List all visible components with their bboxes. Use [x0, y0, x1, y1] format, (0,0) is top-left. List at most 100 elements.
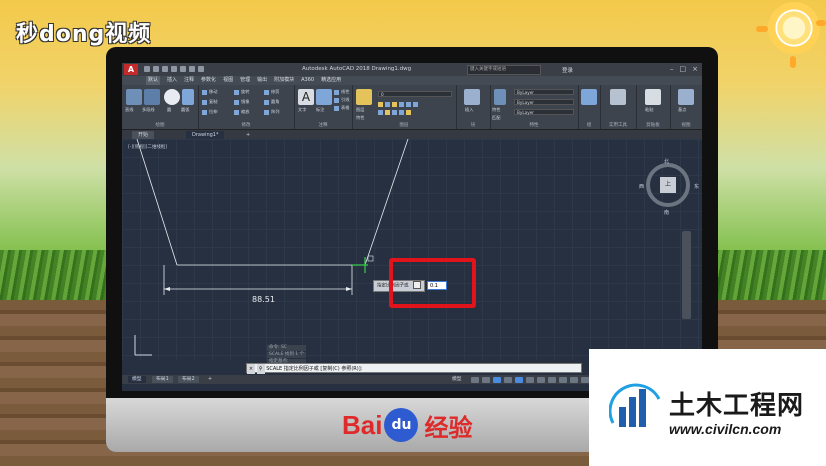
- layer-properties-icon[interactable]: [356, 89, 372, 105]
- line-tool-icon[interactable]: [126, 89, 142, 105]
- viewcube-east[interactable]: 东: [694, 183, 699, 190]
- table-tool[interactable]: 表格: [334, 105, 349, 111]
- utilities-group-label: 实用工具: [609, 123, 627, 128]
- transparency-toggle-icon[interactable]: [548, 377, 556, 383]
- dimension-tool-icon[interactable]: [316, 89, 332, 105]
- layer-dropdown[interactable]: 0: [378, 91, 452, 97]
- tab-model[interactable]: 模型: [128, 376, 146, 383]
- redo-icon[interactable]: [198, 66, 204, 72]
- polyline-tool-icon[interactable]: [144, 89, 160, 105]
- close-cmd-icon[interactable]: ×: [247, 364, 255, 374]
- osnap-toggle-icon[interactable]: [515, 377, 523, 383]
- mirror-tool[interactable]: 镜像: [234, 99, 249, 105]
- insert-block-icon[interactable]: [464, 89, 480, 105]
- array-tool[interactable]: 阵列: [264, 109, 279, 115]
- tab-parametric[interactable]: 参数化: [201, 76, 216, 85]
- layer-props-label[interactable]: 特性: [356, 115, 364, 120]
- viewcube-north[interactable]: 北: [664, 158, 669, 165]
- tab-annotate[interactable]: 注释: [184, 76, 194, 85]
- layer-properties-label[interactable]: 图层: [356, 107, 364, 112]
- arc-tool-icon[interactable]: [182, 89, 194, 105]
- tab-addins[interactable]: 附加模块: [274, 76, 294, 85]
- saveas-icon[interactable]: [171, 66, 177, 72]
- linear-tool[interactable]: 线性: [334, 89, 349, 95]
- basepoint-label[interactable]: 基点: [678, 107, 686, 112]
- autocad-logo-icon[interactable]: A: [124, 64, 138, 75]
- fillet-tool[interactable]: 圆角: [264, 99, 279, 105]
- maximize-icon[interactable]: □: [680, 65, 687, 73]
- measure-icon[interactable]: [610, 89, 626, 105]
- polar-toggle-icon[interactable]: [504, 377, 512, 383]
- tab-insert[interactable]: 插入: [167, 76, 177, 85]
- viewcube[interactable]: 上 北 南 西 东: [639, 159, 699, 216]
- navigation-bar[interactable]: [682, 231, 691, 319]
- line-tool-label[interactable]: 直线: [125, 107, 133, 112]
- workspace-icon[interactable]: [570, 377, 578, 383]
- otrack-toggle-icon[interactable]: [526, 377, 534, 383]
- tab-output[interactable]: 输出: [257, 76, 267, 85]
- polyline-tool-label[interactable]: 多段线: [142, 107, 155, 112]
- tab-drawing1[interactable]: Drawing1*: [186, 131, 225, 139]
- command-line[interactable]: × ⚲ SCALE 指定比例因子或 [复制(C) 参照(R)]:: [246, 363, 582, 374]
- undo-icon[interactable]: [189, 66, 195, 72]
- color-dropdown[interactable]: ByLayer: [514, 89, 574, 95]
- tab-a360[interactable]: A360: [301, 76, 314, 85]
- customize-icon[interactable]: [581, 377, 589, 383]
- insert-block-label[interactable]: 插入: [465, 107, 473, 112]
- viewcube-south[interactable]: 南: [664, 209, 669, 216]
- login-button[interactable]: 登录: [562, 66, 573, 74]
- copy-tool[interactable]: 复制: [202, 99, 217, 105]
- text-tool-icon[interactable]: A: [298, 89, 314, 105]
- text-tool-label[interactable]: 文字: [298, 107, 306, 112]
- add-layout-icon[interactable]: +: [204, 376, 216, 383]
- dimension-tool-label[interactable]: 标注: [316, 107, 324, 112]
- snap-toggle-icon[interactable]: [482, 377, 490, 383]
- viewcube-top-face[interactable]: 上: [660, 177, 676, 193]
- new-icon[interactable]: [144, 66, 150, 72]
- group-icon[interactable]: [581, 89, 597, 105]
- properties-label[interactable]: 特性: [492, 107, 500, 112]
- match-props-label[interactable]: 匹配: [492, 115, 500, 120]
- print-icon[interactable]: [180, 66, 186, 72]
- circle-tool-label[interactable]: 圆: [167, 107, 171, 112]
- status-model[interactable]: 模型: [452, 377, 468, 383]
- trim-tool[interactable]: 修剪: [264, 89, 279, 95]
- scale-tool[interactable]: 缩放: [234, 109, 249, 115]
- basepoint-icon[interactable]: [678, 89, 694, 105]
- paste-label[interactable]: 粘贴: [645, 107, 653, 112]
- rotate-tool[interactable]: 旋转: [234, 89, 249, 95]
- arc-tool-label[interactable]: 圆弧: [181, 107, 189, 112]
- tab-view[interactable]: 视图: [223, 76, 233, 85]
- tab-layout1[interactable]: 布局1: [152, 376, 173, 383]
- ortho-toggle-icon[interactable]: [493, 377, 501, 383]
- layer-tools-row1[interactable]: [378, 101, 420, 107]
- leader-tool[interactable]: 引线: [334, 97, 349, 103]
- tab-manage[interactable]: 管理: [240, 76, 250, 85]
- layer-tools-row2[interactable]: [378, 109, 413, 115]
- lineweight-toggle-icon[interactable]: [537, 377, 545, 383]
- open-icon[interactable]: [153, 66, 159, 72]
- viewcube-west[interactable]: 西: [639, 183, 644, 190]
- tab-layout2[interactable]: 布局2: [178, 376, 199, 383]
- group-group: 组: [578, 85, 601, 129]
- minimize-icon[interactable]: –: [670, 65, 674, 73]
- new-tab-button[interactable]: +: [240, 131, 256, 139]
- search-input[interactable]: 键入关键字或短语: [467, 65, 541, 75]
- paste-icon[interactable]: [645, 89, 661, 105]
- tab-default[interactable]: 默认: [146, 76, 161, 85]
- lineweight-dropdown[interactable]: ByLayer: [514, 109, 574, 115]
- tab-featured[interactable]: 精选应用: [321, 76, 341, 85]
- linetype-dropdown[interactable]: ByLayer: [514, 99, 574, 105]
- annotation-scale-icon[interactable]: [559, 377, 567, 383]
- close-icon[interactable]: ×: [692, 65, 698, 73]
- stretch-tool[interactable]: 拉伸: [202, 109, 217, 115]
- grid-toggle-icon[interactable]: [471, 377, 479, 383]
- modify-group-label: 修改: [241, 123, 251, 128]
- properties-icon[interactable]: [494, 89, 506, 105]
- sun-ray: [756, 26, 768, 32]
- tab-start[interactable]: 开始: [132, 131, 155, 139]
- move-tool[interactable]: 移动: [202, 89, 217, 95]
- circle-tool-icon[interactable]: [164, 89, 180, 105]
- save-icon[interactable]: [162, 66, 168, 72]
- search-cmd-icon[interactable]: ⚲: [256, 364, 265, 374]
